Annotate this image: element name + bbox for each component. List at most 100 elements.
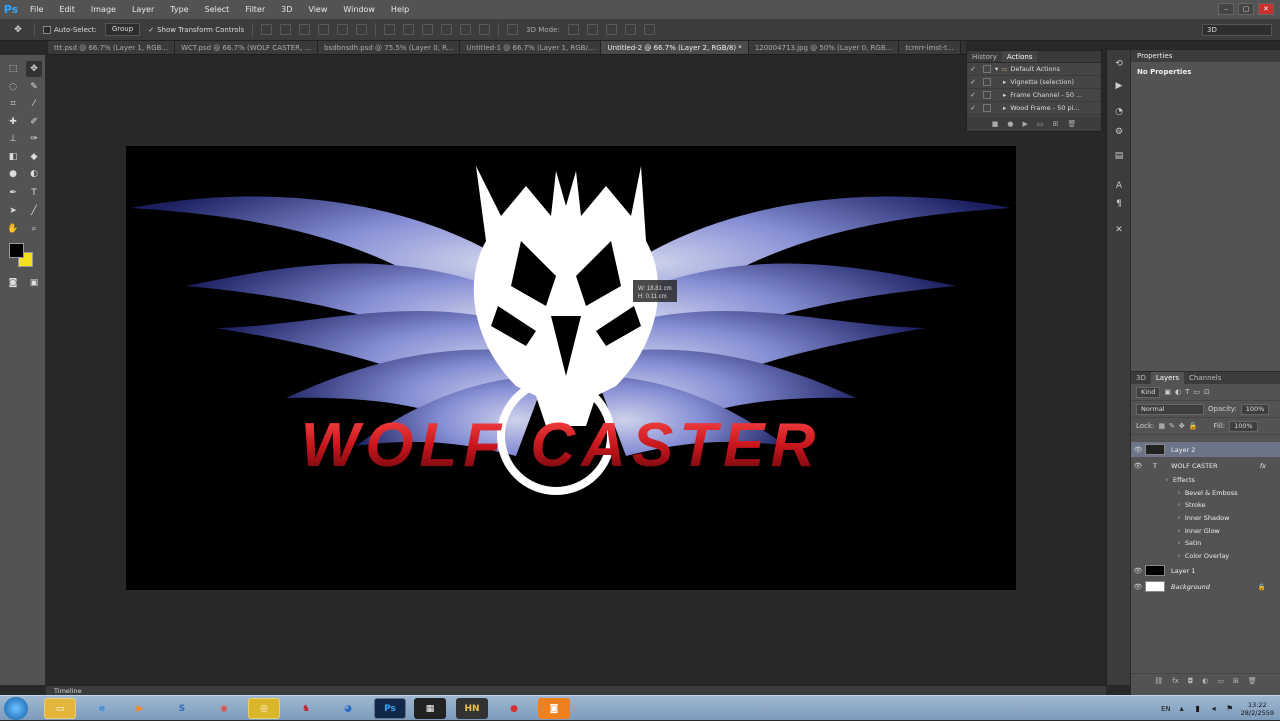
align-left-icon[interactable]: [318, 24, 330, 35]
adjustment-layer-icon[interactable]: ◐: [1202, 677, 1208, 685]
check-icon[interactable]: ✓: [967, 78, 979, 86]
effect-eye-icon[interactable]: ◦: [1177, 539, 1181, 547]
menu-file[interactable]: File: [22, 0, 51, 19]
layer-row-wolf-caster[interactable]: 👁 T WOLF CASTER fx: [1131, 458, 1280, 473]
expand-right-icon[interactable]: ▸: [1003, 104, 1006, 112]
internet-explorer-icon[interactable]: e: [86, 698, 118, 719]
blur-tool-icon[interactable]: ●: [5, 166, 21, 182]
chrome-icon[interactable]: ◉: [208, 698, 240, 719]
check-icon[interactable]: ✓: [967, 91, 979, 99]
filter-shape-icon[interactable]: ▭: [1193, 388, 1200, 396]
crop-tool-icon[interactable]: ⌗: [5, 96, 21, 112]
doc-tab[interactable]: bsdbnsdh.psd @ 75.5% (Layer 0, R...: [318, 41, 461, 54]
video-editor-icon[interactable]: ▦: [414, 698, 446, 719]
language-indicator[interactable]: EN: [1161, 705, 1171, 713]
visibility-eye-icon[interactable]: 👁: [1131, 583, 1145, 591]
eyedropper-tool-icon[interactable]: ⁄: [26, 96, 42, 112]
align-center-icon[interactable]: [337, 24, 349, 35]
doc-tab[interactable]: tcmrr-lmst-t...: [899, 41, 961, 54]
doc-tab[interactable]: Untitled-1 @ 66.7% (Layer 1, RGB/...: [460, 41, 602, 54]
paragraph-panel-icon[interactable]: ¶: [1113, 198, 1125, 210]
menu-select[interactable]: Select: [197, 0, 238, 19]
doc-tab[interactable]: 120004713.jpg @ 50% (Layer 0, RGB...: [748, 41, 900, 54]
group-select[interactable]: Group: [104, 23, 141, 36]
eraser-tool-icon[interactable]: ◧: [5, 149, 21, 165]
menu-layer[interactable]: Layer: [124, 0, 162, 19]
stop-icon[interactable]: ■: [992, 120, 999, 128]
doc-tab[interactable]: ttt.psd @ 66.7% (Layer 1, RGB...: [48, 41, 176, 54]
clone-stamp-tool-icon[interactable]: ⊥: [5, 131, 21, 147]
lock-all-icon[interactable]: 🔒: [1189, 422, 1198, 430]
dialog-toggle-box[interactable]: [983, 91, 991, 99]
type-tool-icon[interactable]: T: [26, 185, 42, 201]
auto-align-icon[interactable]: [507, 24, 519, 35]
tray-arrow-icon[interactable]: ▴: [1177, 704, 1187, 714]
dodge-tool-icon[interactable]: ◐: [26, 166, 42, 182]
timeline-panel[interactable]: Timeline: [46, 685, 1106, 695]
screen-mode-icon[interactable]: ▣: [26, 275, 42, 291]
add-mask-icon[interactable]: ◘: [1188, 677, 1194, 685]
workspace-select[interactable]: 3D: [1202, 24, 1272, 36]
hon-game-icon[interactable]: HN: [456, 698, 488, 719]
photoshop-taskbar-icon[interactable]: Ps: [374, 698, 406, 719]
align-right-icon[interactable]: [356, 24, 368, 35]
opacity-input[interactable]: 100%: [1240, 403, 1270, 415]
dialog-toggle-box[interactable]: [983, 65, 991, 73]
trash-icon[interactable]: 🗑: [1067, 120, 1076, 128]
filter-smart-icon[interactable]: ⊡: [1204, 388, 1210, 396]
menu-edit[interactable]: Edit: [51, 0, 83, 19]
volume-icon[interactable]: ◂: [1209, 704, 1219, 714]
menu-3d[interactable]: 3D: [273, 0, 300, 19]
new-set-icon[interactable]: ▭: [1037, 120, 1044, 128]
marquee-tool-icon[interactable]: ⬚: [5, 61, 21, 77]
align-bottom-icon[interactable]: [299, 24, 311, 35]
tab-history[interactable]: History: [967, 51, 1002, 62]
adjustments-panel-icon[interactable]: ◔: [1113, 106, 1125, 118]
expand-right-icon[interactable]: ▸: [1003, 91, 1006, 99]
menu-window[interactable]: Window: [335, 0, 383, 19]
layer-row-layer-2[interactable]: 👁 Layer 2: [1131, 442, 1280, 457]
media-player-icon[interactable]: ▶: [124, 698, 156, 719]
menu-help[interactable]: Help: [383, 0, 417, 19]
effect-eye-icon[interactable]: ◦: [1177, 514, 1181, 522]
menu-view[interactable]: View: [300, 0, 335, 19]
messenger-icon[interactable]: ◕: [332, 698, 364, 719]
dialog-toggle-box[interactable]: [983, 104, 991, 112]
hand-tool-icon[interactable]: ✋: [5, 221, 21, 237]
layer-row-background[interactable]: 👁 Background 🔒: [1131, 579, 1280, 594]
align-middle-icon[interactable]: [280, 24, 292, 35]
start-button[interactable]: [4, 697, 28, 720]
character-panel-icon[interactable]: A: [1113, 180, 1125, 192]
zoom-tool-icon[interactable]: ⌕: [26, 221, 42, 237]
pen-tool-icon[interactable]: ✒: [5, 185, 21, 201]
filter-pixel-icon[interactable]: ▣: [1164, 388, 1171, 396]
distribute-right-icon[interactable]: [479, 24, 491, 35]
link-layers-icon[interactable]: ⛓: [1154, 677, 1163, 685]
check-icon[interactable]: ✓: [967, 104, 979, 112]
distribute-top-icon[interactable]: [384, 24, 396, 35]
effect-eye-icon[interactable]: ◦: [1177, 489, 1181, 497]
screen-capture-icon[interactable]: ◙: [538, 698, 570, 719]
paint-bucket-tool-icon[interactable]: ◆: [26, 149, 42, 165]
effect-eye-icon[interactable]: ◦: [1165, 476, 1169, 484]
game-app-icon[interactable]: ♞: [290, 698, 322, 719]
distribute-left-icon[interactable]: [441, 24, 453, 35]
3d-slide-icon[interactable]: [624, 24, 636, 35]
history-brush-tool-icon[interactable]: ✑: [26, 131, 42, 147]
effect-eye-icon[interactable]: ◦: [1177, 501, 1181, 509]
3d-drag-icon[interactable]: [605, 24, 617, 35]
move-tool-icon[interactable]: ✥: [26, 61, 42, 77]
menu-type[interactable]: Type: [162, 0, 196, 19]
checkbox-box[interactable]: [43, 25, 51, 34]
auto-select-checkbox[interactable]: Auto-Select:: [43, 25, 97, 34]
new-layer-icon[interactable]: ⊞: [1233, 677, 1239, 685]
properties-title[interactable]: Properties: [1131, 50, 1280, 62]
layer-row-layer-1[interactable]: 👁 Layer 1: [1131, 563, 1280, 578]
brush-tool-icon[interactable]: ✐: [26, 114, 42, 130]
effect-row[interactable]: ◦ Color Overlay: [1131, 548, 1280, 563]
action-set-row[interactable]: ✓ ▾ ▭ Default Actions: [967, 63, 1101, 76]
expand-right-icon[interactable]: ▸: [1003, 78, 1006, 86]
lasso-tool-icon[interactable]: ◌: [5, 79, 21, 95]
foreground-color-swatch[interactable]: [9, 243, 24, 258]
fill-input[interactable]: 100%: [1229, 420, 1258, 432]
